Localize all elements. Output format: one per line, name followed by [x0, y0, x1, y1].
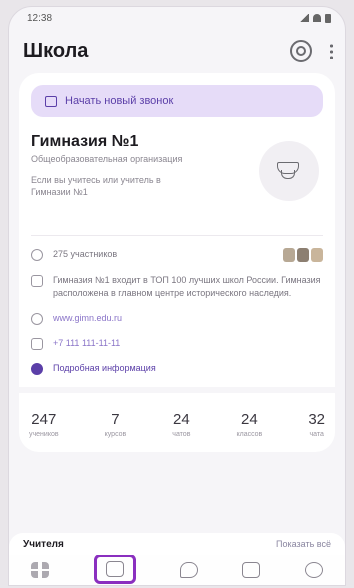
member-avatar [283, 248, 295, 262]
phone-row[interactable]: +7 111 111-11-11 [31, 337, 323, 350]
info-icon [31, 363, 43, 375]
stat-number: 32 [308, 411, 325, 428]
stat-item[interactable]: 24 чатов [172, 411, 190, 438]
status-time: 12:38 [27, 12, 53, 24]
stat-number: 7 [111, 411, 120, 428]
stat-number: 247 [31, 411, 57, 428]
stat-label: классов [236, 431, 263, 438]
about-text: Гимназия №1 входит в ТОП 100 лучших школ… [53, 275, 321, 298]
text-icon [31, 275, 43, 287]
stat-label: чата [309, 431, 324, 438]
start-call-label: Начать новый звонок [65, 95, 174, 107]
website-link[interactable]: www.gimn.edu.ru [53, 312, 122, 325]
stat-label: курсов [104, 431, 127, 438]
school-card: Начать новый звонок Гимназия №1 Общеобра… [19, 73, 335, 452]
chat-icon [45, 95, 57, 107]
stat-number: 24 [241, 411, 258, 428]
phone-icon [31, 338, 43, 350]
people-icon [31, 249, 43, 261]
page-title: Школа [23, 39, 89, 62]
member-avatar [311, 248, 323, 262]
stat-item[interactable]: 32 чата [308, 411, 325, 438]
teachers-show-all-link[interactable]: Показать всё [276, 539, 331, 549]
signal-icon [299, 14, 309, 22]
teachers-header: Учителя Показать всё [9, 533, 345, 555]
nav-apps-icon[interactable] [31, 562, 50, 578]
stat-item[interactable]: 7 курсов [105, 411, 127, 438]
stat-label: учеников [29, 431, 59, 438]
nav-school-tab-active[interactable] [93, 554, 136, 584]
stat-item[interactable]: 247 учеников [29, 411, 59, 438]
bottom-navigation [9, 554, 345, 585]
teachers-title: Учителя [23, 538, 64, 550]
start-call-button[interactable]: Начать новый звонок [31, 85, 323, 117]
more-info-row[interactable]: Подробная информация [31, 362, 323, 375]
members-row[interactable]: 275 участников [31, 248, 323, 262]
status-icons [299, 13, 331, 23]
more-menu-icon[interactable] [330, 43, 333, 59]
nav-school-icon [105, 561, 124, 577]
globe-icon [31, 313, 43, 325]
wifi-icon [313, 14, 321, 22]
phone-screen: 12:38 Школа Начать новый звонок Гимназия… [8, 6, 346, 586]
member-avatar [297, 248, 309, 262]
battery-icon [325, 13, 331, 23]
more-info-link[interactable]: Подробная информация [53, 362, 156, 375]
members-count: 275 участников [53, 249, 118, 259]
stat-number: 24 [173, 411, 190, 428]
about-row: Гимназия №1 входит в ТОП 100 лучших школ… [31, 274, 323, 300]
settings-icon[interactable] [290, 40, 312, 62]
nav-chats-icon[interactable] [179, 562, 198, 578]
member-avatars [283, 248, 323, 262]
graduation-cap-icon [277, 160, 301, 182]
phone-number[interactable]: +7 111 111-11-11 [53, 337, 120, 350]
status-bar: 12:38 [9, 7, 345, 29]
stat-item[interactable]: 24 классов [236, 411, 262, 438]
stats-row: 247 учеников 7 курсов 24 чатов 24 классо… [19, 387, 335, 452]
school-avatar[interactable] [259, 141, 319, 201]
school-header: Гимназия №1 Общеобразовательная организа… [31, 133, 323, 221]
school-description: Если вы учитесь или учитель в Гимназии №… [31, 175, 161, 197]
top-app-bar: Школа [9, 29, 345, 73]
divider [31, 235, 323, 236]
website-row[interactable]: www.gimn.edu.ru [31, 312, 323, 325]
nav-profile-icon[interactable] [304, 562, 323, 578]
nav-files-icon[interactable] [242, 562, 261, 578]
stat-label: чатов [172, 431, 191, 438]
